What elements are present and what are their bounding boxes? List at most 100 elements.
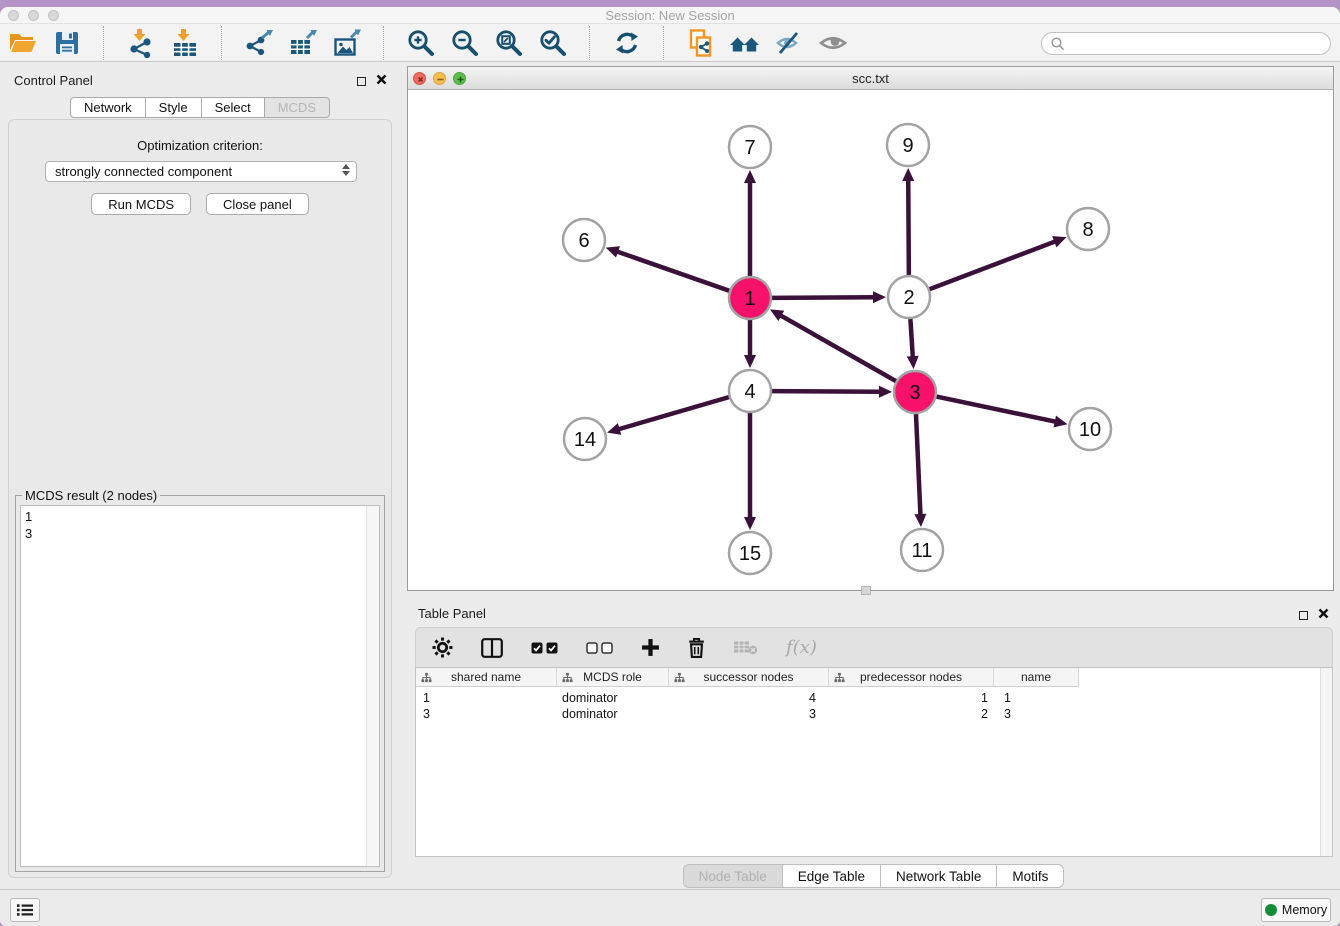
graph-node-10[interactable]: 10 xyxy=(1069,408,1111,450)
home-view-button[interactable] xyxy=(728,26,761,60)
control-panel-close-button[interactable] xyxy=(376,72,387,90)
panel-resize-handle[interactable] xyxy=(861,586,871,595)
graph-edge[interactable] xyxy=(937,397,1057,422)
network-view-window: scc.txt 1 2 3 4 6 7 8 9 10 11 14 15 xyxy=(407,66,1334,591)
table-panel-tabs: Node Table Edge Table Network Table Moti… xyxy=(407,864,1340,888)
run-mcds-button[interactable]: Run MCDS xyxy=(91,193,191,215)
graph-edge-arrowhead xyxy=(873,291,886,303)
graph-edge[interactable] xyxy=(780,315,896,381)
toolbar-separator xyxy=(663,26,664,60)
graph-edge-arrowhead xyxy=(879,386,892,398)
tab-select[interactable]: Select xyxy=(202,97,265,118)
tab-network[interactable]: Network xyxy=(70,97,146,118)
add-column-button[interactable] xyxy=(641,638,660,657)
graph-node-7[interactable]: 7 xyxy=(729,126,771,168)
zoom-in-button[interactable] xyxy=(404,26,437,60)
save-session-button[interactable] xyxy=(50,26,83,60)
graph-edge[interactable] xyxy=(908,179,909,275)
hierarchy-icon xyxy=(421,672,432,686)
gear-icon xyxy=(432,637,453,658)
graph-edge-arrowhead xyxy=(744,170,756,183)
search-input[interactable] xyxy=(1041,32,1331,55)
delete-table-button[interactable] xyxy=(733,639,758,656)
criterion-select[interactable]: strongly connected component xyxy=(45,161,357,182)
result-scrollbar[interactable] xyxy=(366,506,379,866)
table-panel-float-button[interactable] xyxy=(1299,607,1308,625)
open-session-button[interactable] xyxy=(6,26,39,60)
column-header-shared-name[interactable]: shared name xyxy=(416,668,557,687)
graph-edge[interactable] xyxy=(910,319,912,358)
checkbox-empty-icon xyxy=(586,642,598,654)
column-visibility-button[interactable] xyxy=(481,638,503,658)
graph-edge[interactable] xyxy=(916,414,921,516)
tab-node-table[interactable]: Node Table xyxy=(683,864,783,888)
graph-node-6[interactable]: 6 xyxy=(563,219,605,261)
graph-edge[interactable] xyxy=(772,297,875,298)
zoom-out-button[interactable] xyxy=(448,26,481,60)
column-header-name[interactable]: name xyxy=(994,668,1079,687)
optimization-criterion-label: Optimization criterion: xyxy=(9,138,391,153)
table-row[interactable]: 1 dominator 4 1 1 xyxy=(416,690,1332,706)
tab-style[interactable]: Style xyxy=(146,97,202,118)
graph-node-2[interactable]: 2 xyxy=(888,276,930,318)
graph-edge-arrowhead xyxy=(902,168,914,181)
refresh-layout-button[interactable] xyxy=(610,26,643,60)
select-all-rows-button[interactable] xyxy=(531,642,558,654)
graph-edge[interactable] xyxy=(616,251,729,291)
graph-edge[interactable] xyxy=(772,391,881,392)
column-header-mcds-role[interactable]: MCDS role xyxy=(557,668,669,687)
column-header-successor-nodes[interactable]: successor nodes xyxy=(669,668,829,687)
control-panel-float-button[interactable] xyxy=(357,73,366,91)
show-all-button[interactable] xyxy=(816,26,849,60)
hide-selected-button[interactable] xyxy=(772,26,805,60)
graph-node-label: 6 xyxy=(578,230,589,252)
tab-network-table[interactable]: Network Table xyxy=(881,864,997,888)
export-table-button[interactable] xyxy=(286,26,319,60)
import-network-icon xyxy=(126,28,156,58)
import-table-button[interactable] xyxy=(168,26,201,60)
delete-column-button[interactable] xyxy=(688,637,705,658)
function-builder-button[interactable]: f(x) xyxy=(786,637,817,658)
tab-motifs[interactable]: Motifs xyxy=(997,864,1064,888)
table-row[interactable]: 3 dominator 3 2 3 xyxy=(416,706,1332,722)
graph-node-3[interactable]: 3 xyxy=(894,371,936,413)
network-graph[interactable]: 1 2 3 4 6 7 8 9 10 11 14 15 xyxy=(408,90,1333,590)
mcds-result-group: MCDS result (2 nodes) 1 3 xyxy=(15,495,385,872)
table-options-button[interactable] xyxy=(432,637,453,658)
clone-network-button[interactable] xyxy=(684,26,717,60)
zoom-fit-button[interactable] xyxy=(492,26,525,60)
graph-node-1[interactable]: 1 xyxy=(729,277,771,319)
import-network-button[interactable] xyxy=(124,26,157,60)
graph-node-11[interactable]: 11 xyxy=(901,529,943,571)
graph-node-8[interactable]: 8 xyxy=(1067,208,1109,250)
select-stepper-icon xyxy=(342,164,350,176)
deselect-all-rows-button[interactable] xyxy=(586,642,613,654)
network-canvas[interactable]: 1 2 3 4 6 7 8 9 10 11 14 15 xyxy=(408,90,1333,590)
table-panel-close-button[interactable] xyxy=(1318,606,1329,624)
graph-edge-arrowhead xyxy=(1052,236,1066,247)
export-network-button[interactable] xyxy=(242,26,275,60)
zoom-selected-button[interactable] xyxy=(536,26,569,60)
export-image-button[interactable] xyxy=(330,26,363,60)
tab-edge-table[interactable]: Edge Table xyxy=(783,864,881,888)
memory-button[interactable]: Memory xyxy=(1261,898,1331,922)
column-header-predecessor-nodes[interactable]: predecessor nodes xyxy=(829,668,994,687)
close-panel-button[interactable]: Close panel xyxy=(206,193,309,215)
mcds-result-text[interactable]: 1 3 xyxy=(20,505,380,867)
table-toolbar: f(x) xyxy=(415,627,1333,667)
tab-mcds[interactable]: MCDS xyxy=(265,97,330,118)
graph-edge[interactable] xyxy=(930,241,1057,289)
export-table-icon xyxy=(288,28,318,58)
application-window: Session: New Session xyxy=(0,7,1340,926)
graph-node-14[interactable]: 14 xyxy=(564,418,606,460)
checkbox-checked-icon xyxy=(546,642,558,654)
network-window-titlebar[interactable]: scc.txt xyxy=(408,67,1333,90)
table-scrollbar[interactable] xyxy=(1320,668,1332,856)
task-history-button[interactable] xyxy=(10,898,40,922)
graph-edge-arrowhead xyxy=(744,517,756,530)
graph-node-4[interactable]: 4 xyxy=(729,370,771,412)
graph-node-9[interactable]: 9 xyxy=(887,124,929,166)
toolbar-separator xyxy=(103,26,104,60)
graph-edge[interactable] xyxy=(618,397,729,429)
graph-node-15[interactable]: 15 xyxy=(729,532,771,574)
